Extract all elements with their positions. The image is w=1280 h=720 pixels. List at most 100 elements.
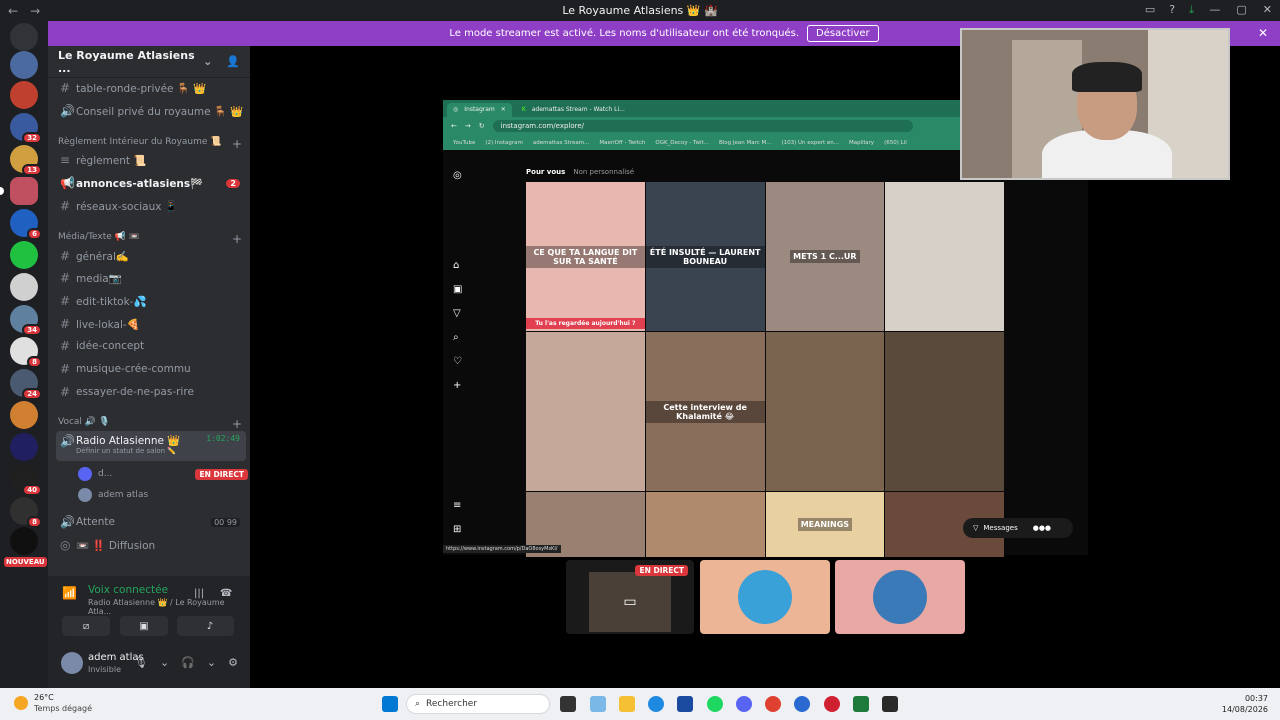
download-icon[interactable]: ⤓ <box>1189 3 1194 17</box>
bookmark[interactable]: MaeriOff - Twitch <box>599 140 645 146</box>
meta-icon[interactable]: ⊞ <box>453 524 461 535</box>
explore-tile[interactable] <box>885 332 1004 491</box>
microphone-icon[interactable]: 🎙 <box>134 656 148 669</box>
bookmark[interactable]: YouTube <box>453 140 475 146</box>
disconnect-icon[interactable]: ☎ <box>220 588 232 599</box>
app-icon[interactable] <box>882 696 898 712</box>
bookmark[interactable]: Mapillary <box>849 140 874 146</box>
search-icon[interactable]: ⌕ <box>453 332 459 343</box>
stage-channel-diffusion[interactable]: ◎ 📼 ‼️ Diffusion <box>56 535 246 555</box>
bookmark[interactable]: (2) Instagram <box>485 140 523 146</box>
channel-item[interactable]: # essayer-de-ne-pas-rire <box>56 382 246 402</box>
bookmark[interactable]: (103) Un expert en... <box>781 140 839 146</box>
add-channel-icon[interactable]: + <box>232 232 242 246</box>
bookmark[interactable]: ademattas Stream... <box>533 140 589 146</box>
channel-item[interactable]: # live-lokal-🍕 <box>56 314 246 334</box>
screen-share-button[interactable]: ▣ <box>120 616 168 636</box>
maximize-icon[interactable]: ▢ <box>1236 3 1246 16</box>
server-icon-selected[interactable] <box>0 177 38 205</box>
channel-item[interactable]: # edit-tiktok-💦 <box>56 291 246 311</box>
signal-icon[interactable]: 📶 <box>62 586 77 600</box>
server-icon[interactable]: 32 <box>10 113 42 144</box>
channel-item[interactable]: # musique-crée-commu <box>56 359 246 379</box>
server-icon[interactable]: 40 <box>10 465 42 496</box>
messages-button[interactable]: ▽ Messages ●●● <box>963 518 1073 538</box>
clock[interactable]: 00:37 14/08/2026 <box>1222 693 1268 715</box>
explore-tile[interactable]: CE QUE TA LANGUE DIT SUR TA SANTÉ Tu l'as… <box>526 182 645 331</box>
voice-channel-name[interactable]: Radio Atlasienne 👑 / Le Royaume Atla... <box>88 598 250 616</box>
close-window-icon[interactable]: ✕ <box>1263 3 1272 16</box>
category-header[interactable]: Média/Texte 📢 📼 + <box>58 232 242 246</box>
server-icon[interactable]: 8 <box>10 337 42 368</box>
copilot-icon[interactable] <box>590 696 606 712</box>
server-icon[interactable]: 13 <box>10 145 42 176</box>
store-icon[interactable] <box>677 696 693 712</box>
add-channel-icon[interactable]: + <box>232 417 242 431</box>
chevron-down-icon[interactable]: ⌄ <box>160 656 169 669</box>
discord-home-icon[interactable] <box>10 23 38 51</box>
bookmark[interactable]: Blog Jean Marc M... <box>719 140 772 146</box>
gear-icon[interactable]: ⚙ <box>228 656 238 669</box>
chevron-down-icon[interactable]: ⌄ <box>207 656 216 669</box>
spotify-icon[interactable] <box>707 696 723 712</box>
disable-streamer-button[interactable]: Désactiver <box>807 25 879 42</box>
explore-tile[interactable]: METS 1 C...UR <box>765 182 885 331</box>
server-icon[interactable]: 34 <box>10 305 42 336</box>
help-icon[interactable]: ? <box>1169 3 1175 17</box>
camera-off-button[interactable]: ⧄ <box>62 616 110 636</box>
forward-icon[interactable]: → <box>465 122 471 130</box>
url-field[interactable]: instagram.com/explore/ <box>492 120 913 132</box>
instagram-logo-icon[interactable]: ◎ <box>453 170 462 181</box>
taskbar-search[interactable]: ⌕ Rechercher <box>406 694 550 714</box>
explore-tile[interactable] <box>885 182 1004 331</box>
tab-for-you[interactable]: Pour vous <box>526 168 565 176</box>
reels-icon[interactable]: ▣ <box>453 284 462 295</box>
server-icon[interactable]: 8 <box>10 497 42 528</box>
server-icon[interactable] <box>10 401 38 429</box>
edge-icon[interactable] <box>648 696 664 712</box>
reload-icon[interactable]: ↻ <box>479 122 485 130</box>
add-member-icon[interactable]: 👤 <box>226 55 240 68</box>
server-icon[interactable] <box>10 51 38 79</box>
chrome-icon[interactable] <box>765 696 781 712</box>
explore-tile[interactable] <box>765 332 885 491</box>
start-icon[interactable] <box>382 696 398 712</box>
direct-icon[interactable]: ▽ <box>453 308 461 319</box>
category-header[interactable]: Vocal 🔊 🎙️ + <box>58 417 242 431</box>
minimize-icon[interactable]: — <box>1209 3 1220 16</box>
add-channel-icon[interactable]: + <box>232 137 242 151</box>
explore-tile[interactable]: ÉTÉ INSULTÉ — LAURENT BOUNEAU <box>645 182 765 331</box>
back-icon[interactable]: ← <box>451 122 457 130</box>
server-icon[interactable] <box>10 527 38 555</box>
channel-item[interactable]: # réseaux-sociaux 📱 <box>56 196 246 216</box>
excel-icon[interactable] <box>853 696 869 712</box>
explore-tile[interactable] <box>645 492 765 557</box>
explore-tile[interactable]: Cette interview de Khalamité 😂 <box>645 332 765 491</box>
voice-status[interactable]: Voix connectée <box>88 584 168 596</box>
server-icon[interactable]: 6 <box>10 209 42 240</box>
channel-item[interactable]: 📢 annonces-atlasiens🏁 2 <box>56 173 246 193</box>
bookmark[interactable]: (650) Lil <box>884 140 907 146</box>
headphones-icon[interactable]: 🎧 <box>181 656 195 669</box>
channel-item[interactable]: 🔊 Conseil privé du royaume 🪑 👑 <box>56 101 246 121</box>
browser-tab[interactable]: ◎ Instagram ✕ <box>447 103 512 117</box>
heart-icon[interactable]: ♡ <box>453 356 462 367</box>
server-icon[interactable] <box>10 241 38 269</box>
close-banner-icon[interactable]: ✕ <box>1258 26 1268 40</box>
create-icon[interactable]: + <box>453 380 461 391</box>
file-explorer-icon[interactable] <box>619 696 635 712</box>
bookmark[interactable]: OGK_Decoy - Twit... <box>655 140 709 146</box>
tab-not-personalized[interactable]: Non personnalisé <box>573 168 634 176</box>
menu-icon[interactable]: ≡ <box>453 500 461 511</box>
channel-item[interactable]: # général✍️ <box>56 246 246 266</box>
voice-channel-radio[interactable]: 🔊 Radio Atlasienne 👑 1:02:49 Définir un … <box>56 431 246 461</box>
soundboard-button[interactable]: ♪ <box>186 616 234 636</box>
voice-user[interactable]: adem atlas <box>78 488 248 502</box>
channel-item[interactable]: # idée-concept <box>56 336 246 356</box>
server-icon[interactable] <box>10 273 38 301</box>
stream-preview-tile[interactable]: EN DIRECT ▭ <box>566 560 694 634</box>
channel-item[interactable]: ≡ règlement 📜 <box>56 150 246 170</box>
app-icon[interactable] <box>794 696 810 712</box>
avatar[interactable] <box>61 652 83 674</box>
category-header[interactable]: Règlement Intérieur du Royaume 📜 + <box>58 137 242 151</box>
